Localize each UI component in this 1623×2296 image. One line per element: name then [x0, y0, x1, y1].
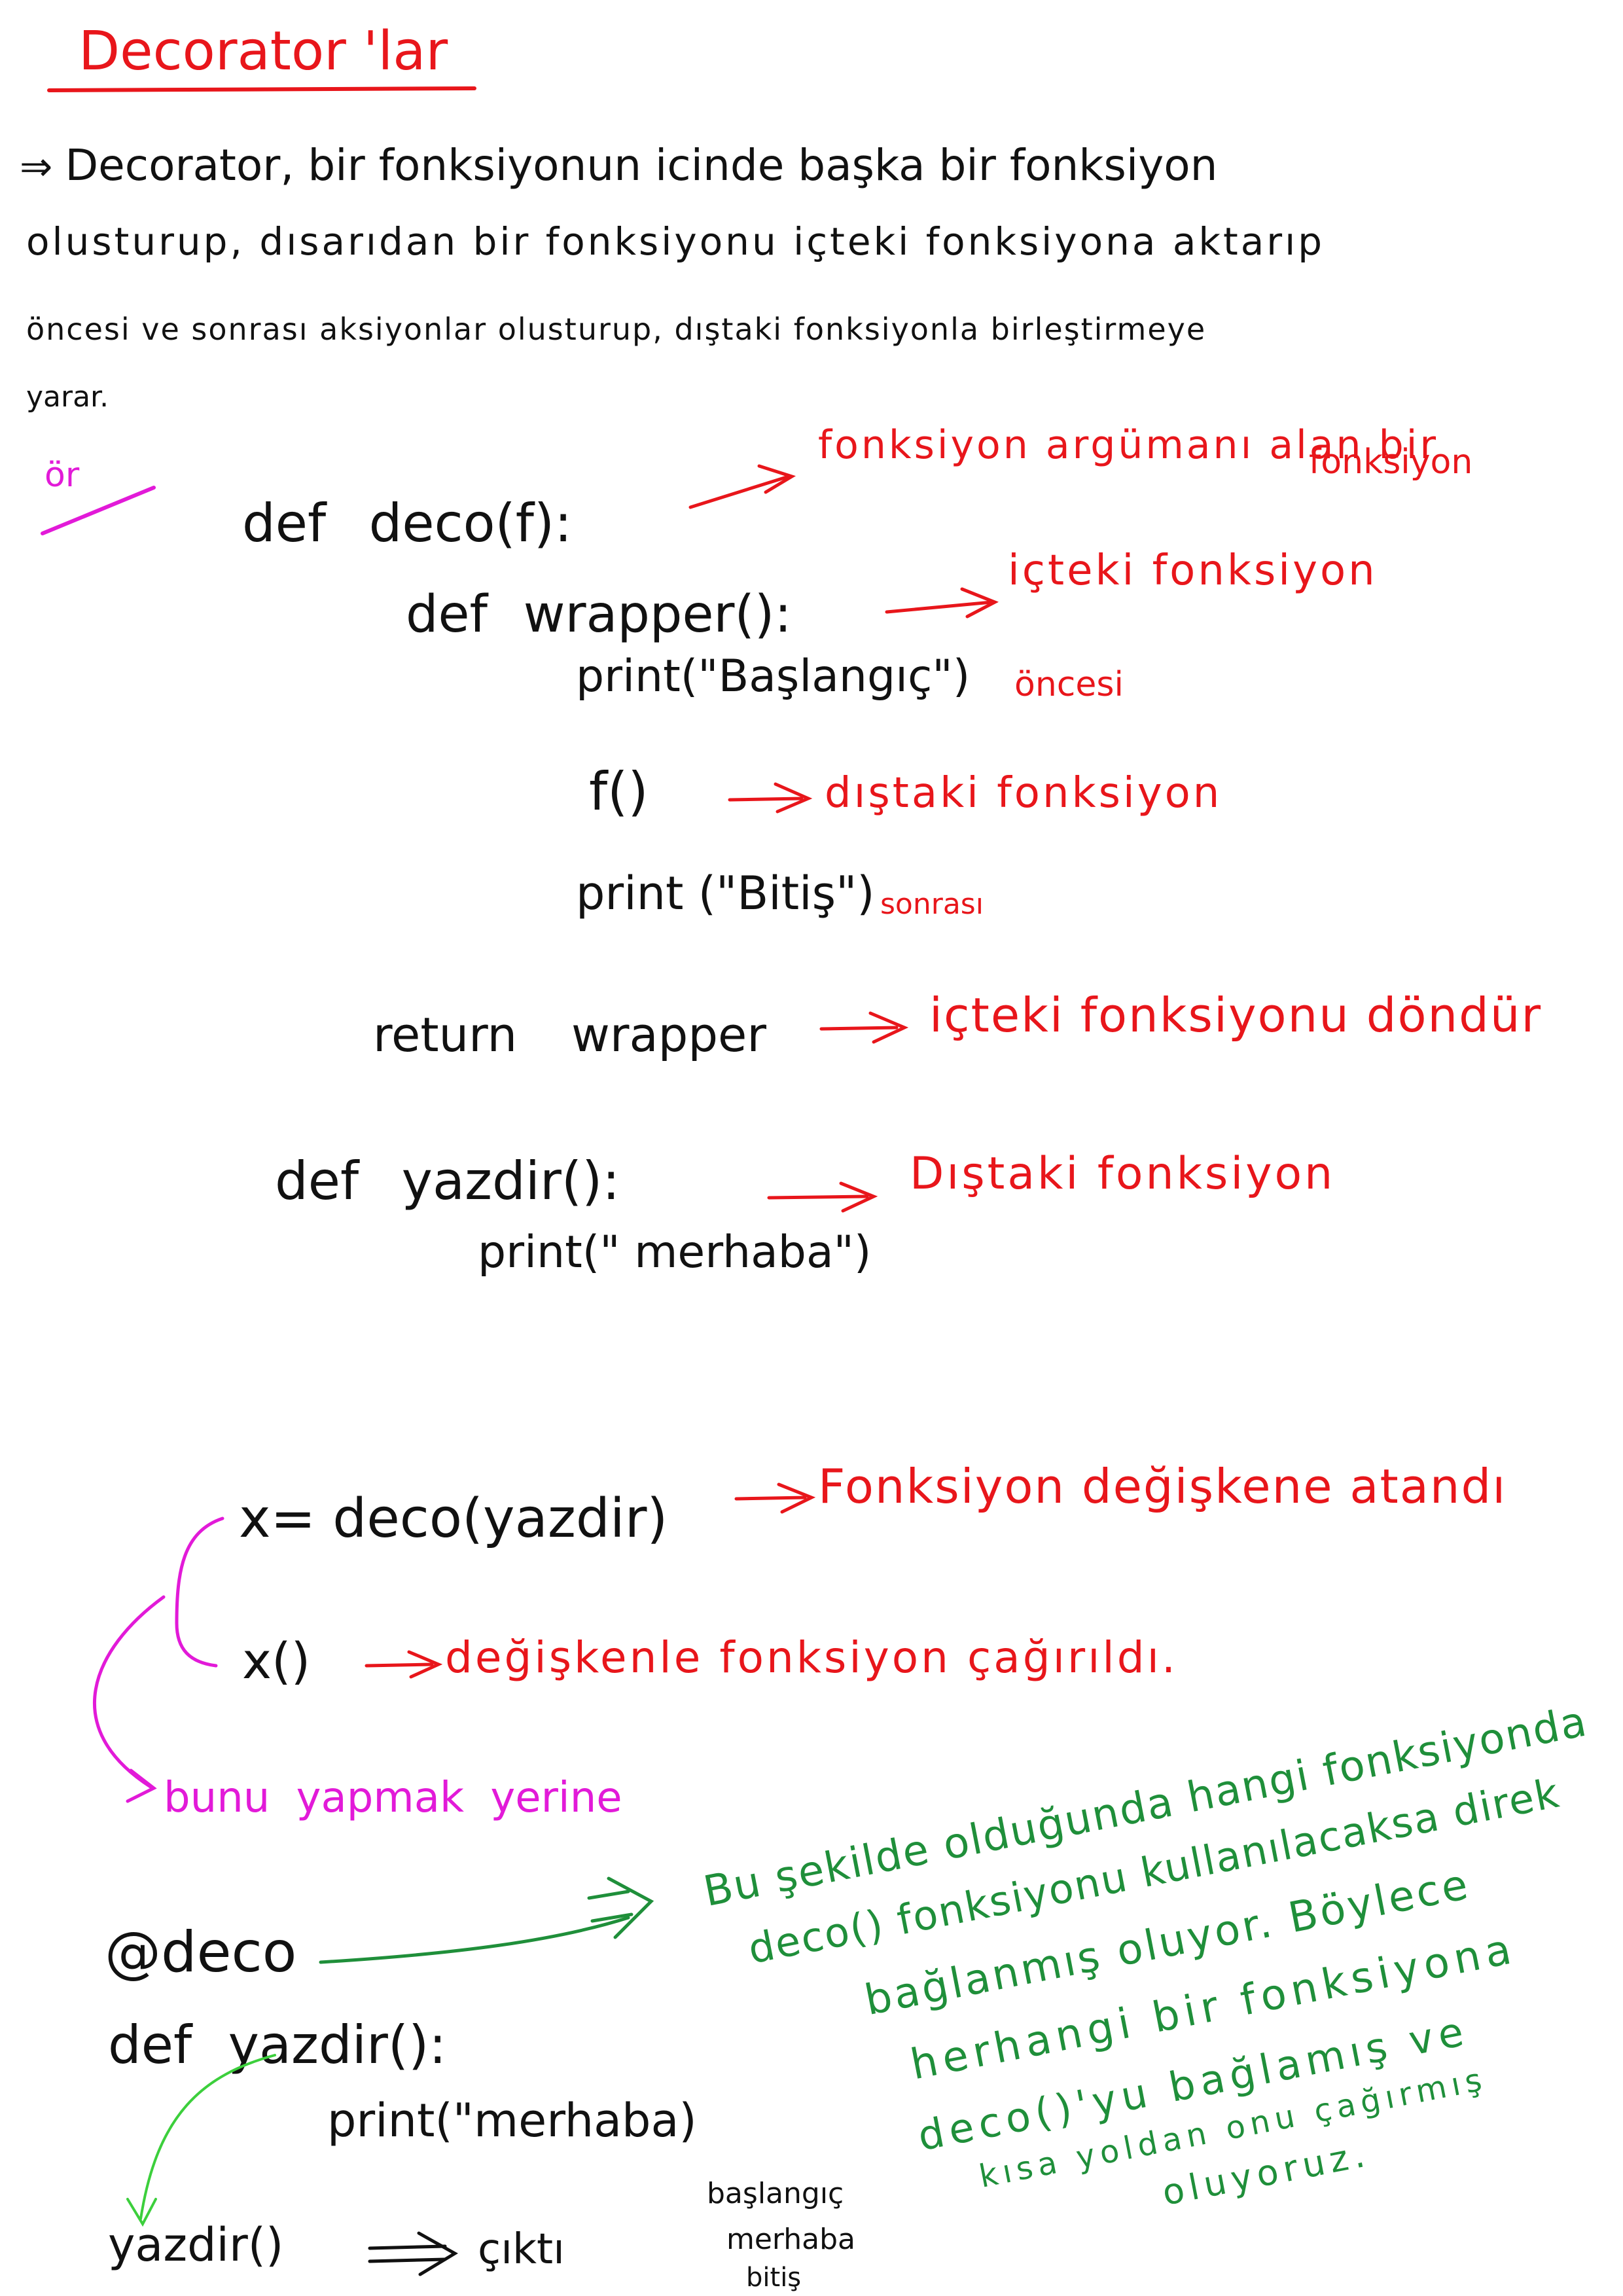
arrow-icon: ⇒ — [20, 144, 65, 190]
note-outer-func-2: Dıştaki fonksiyon — [910, 1148, 1336, 1200]
magenta-bracket — [175, 1516, 224, 1668]
code-print-baslangic: print("Başlangıç") — [576, 651, 971, 702]
arrow-icon — [688, 464, 796, 509]
code3-def-yazdir: def yazdir(): — [108, 2015, 447, 2075]
note-after: sonrası — [880, 888, 984, 921]
note-assigned: Fonksiyon değişkene atandı — [818, 1459, 1507, 1514]
code3-arrow-label: çıktı — [478, 2225, 565, 2274]
intro-line-1-text: Decorator, bir fonksiyonun icinde başka … — [65, 140, 1218, 190]
note-inner-func: içteki fonksiyon — [1008, 547, 1378, 595]
code-def-yazdir: def yazdir(): — [275, 1151, 620, 1211]
code-x-call: x() — [242, 1632, 311, 1690]
green-arrow-line — [319, 1916, 630, 1964]
code3-call: yazdir() — [108, 2218, 284, 2272]
code3-print-merhaba: print("merhaba) — [327, 2094, 697, 2147]
output-line-2: merhaba — [726, 2223, 855, 2256]
note-before: öncesi — [1014, 665, 1124, 704]
code-print-merhaba: print(" merhaba") — [478, 1227, 872, 1278]
light-green-curve-arrow — [139, 2054, 276, 2220]
arrow-icon — [819, 1011, 909, 1044]
note-outer-func: dıştaki fonksiyon — [825, 769, 1222, 817]
intro-line-4: yarar. — [26, 380, 109, 414]
code-def-wrapper: def wrapper(): — [406, 585, 792, 644]
code-print-bitis: print ("Bitiş") — [576, 867, 875, 920]
magenta-curve-arrow — [92, 1595, 166, 1789]
code-assign: x= deco(yazdir) — [239, 1488, 668, 1550]
code-decorator: @deco — [105, 1920, 297, 1985]
intro-line-1: ⇒ Decorator, bir fonksiyonun icinde başk… — [20, 144, 1218, 187]
intro-line-3: öncesi ve sonrası aksiyonlar olusturup, … — [26, 312, 1207, 347]
title-underline — [47, 86, 476, 92]
intro-line-2: olusturup, dısarıdan bir fonksiyonu içte… — [26, 219, 1325, 264]
arrow-icon — [734, 1482, 816, 1514]
note-called: değişkenle fonksiyon çağırıldı. — [445, 1632, 1178, 1683]
instead-note: bunu yapmak yerine — [164, 1774, 622, 1822]
arrow-icon — [368, 2231, 458, 2276]
arrow-icon — [728, 782, 813, 814]
arrow-icon — [365, 1650, 443, 1679]
code-f-call: f() — [589, 761, 649, 822]
output-line-3: bitiş — [746, 2263, 802, 2293]
code-def-deco: def deco(f): — [242, 493, 573, 554]
arrow-icon — [126, 1768, 157, 1803]
green-note: Bu şekilde olduğunda hangi fonksiyonda d… — [661, 1625, 1623, 2214]
note-arg-func-2: fonksiyon — [1309, 442, 1473, 482]
example-label: ör — [45, 456, 80, 495]
arrow-icon — [587, 1876, 654, 1939]
arrow-icon — [885, 587, 999, 619]
note-return-inner: içteki fonksiyonu döndür — [929, 988, 1543, 1043]
code-return: return wrapper — [373, 1007, 766, 1062]
arrow-icon — [767, 1181, 878, 1213]
page-title: Decorator 'lar — [79, 20, 448, 82]
